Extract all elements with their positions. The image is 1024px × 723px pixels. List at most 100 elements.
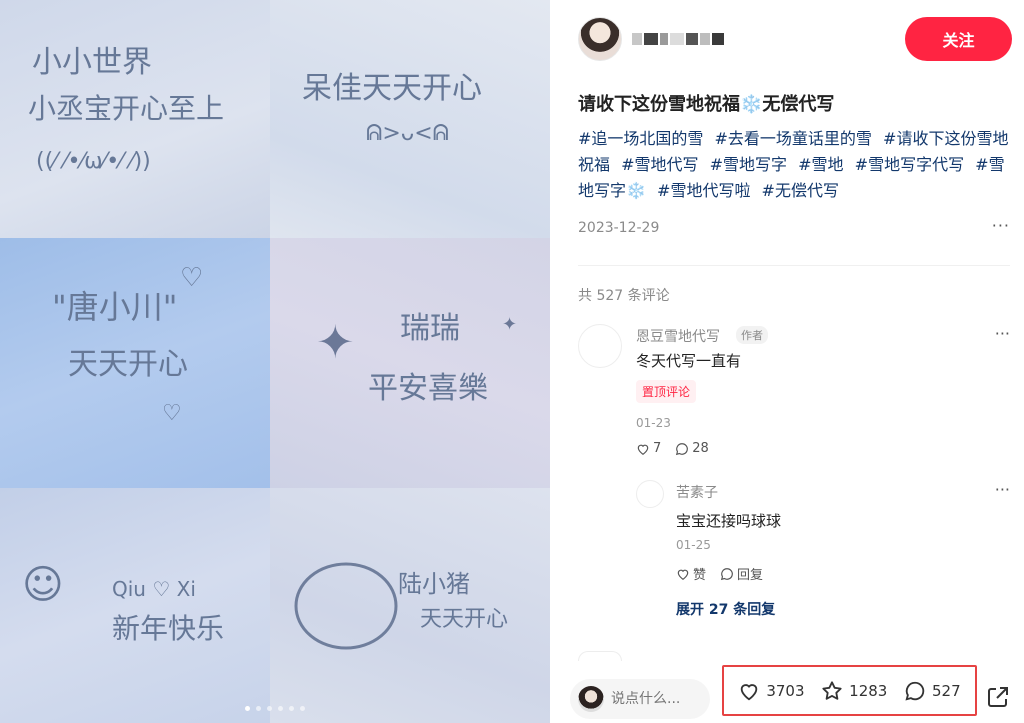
hashtag-link[interactable]: #无偿代写 bbox=[762, 181, 839, 200]
comment-date: 01-23 bbox=[636, 416, 671, 430]
hashtag-list: #追一场北国的雪 #去看一场童话里的雪 #请收下这份雪地祝福 #雪地代写 #雪地… bbox=[578, 126, 1013, 204]
follow-button[interactable]: 关注 bbox=[905, 17, 1012, 61]
snow-photo-6: 陆小猪 天天开心 bbox=[270, 488, 550, 723]
collect-count: 1283 bbox=[849, 681, 888, 700]
hashtag-link[interactable]: #雪地代写啦 bbox=[657, 181, 750, 200]
author-badge: 作者 bbox=[736, 326, 768, 344]
carousel-dot[interactable] bbox=[278, 706, 283, 711]
carousel-dot[interactable] bbox=[267, 706, 272, 711]
engagement-highlight-box: 3703 1283 527 bbox=[722, 665, 977, 716]
reply-like-button[interactable]: 赞 bbox=[676, 564, 706, 583]
post-more-icon[interactable]: ··· bbox=[992, 216, 1010, 235]
heart-icon bbox=[677, 569, 689, 580]
svg-text:ᕱ>ᴗ<ᕱ: ᕱ>ᴗ<ᕱ bbox=[366, 121, 449, 146]
svg-text:天天开心: 天天开心 bbox=[420, 607, 508, 632]
reply-reply-label: 回复 bbox=[737, 568, 764, 583]
comment-reply-button[interactable]: 28 bbox=[675, 441, 709, 456]
next-commenter-avatar bbox=[578, 651, 622, 661]
post-image-carousel[interactable]: 小小世界 小丞宝开心至上 ((⁄ ⁄•⁄ω⁄•⁄ ⁄)) 呆佳天天开心 ᕱ>ᴗ<… bbox=[0, 0, 550, 723]
expand-replies-link[interactable]: 展开 27 条回复 bbox=[676, 599, 775, 619]
svg-text:"唐小川": "唐小川" bbox=[52, 288, 177, 326]
post-date-row: 2023-12-29 ··· bbox=[578, 216, 1010, 240]
hashtag-link[interactable]: #雪地 bbox=[798, 155, 843, 174]
snow-writing-4: ✦ 瑞瑞 平安喜樂 ✦ bbox=[316, 311, 517, 406]
carousel-dot[interactable] bbox=[300, 706, 305, 711]
collect-button[interactable]: 1283 bbox=[821, 680, 887, 702]
hashtag-link[interactable]: #雪地写字代写 bbox=[855, 155, 964, 174]
reply-more-icon[interactable]: ··· bbox=[995, 480, 1010, 499]
comment-button[interactable]: 527 bbox=[904, 680, 961, 702]
svg-text:((⁄ ⁄•⁄ω⁄•⁄ ⁄)): ((⁄ ⁄•⁄ω⁄•⁄ ⁄)) bbox=[36, 149, 151, 174]
comment-reply-count: 28 bbox=[692, 441, 709, 456]
heart-icon bbox=[637, 444, 649, 455]
post-title: 请收下这份雪地祝福❄️无偿代写 bbox=[578, 94, 835, 115]
reply-text: 宝宝还接吗球球 bbox=[676, 512, 782, 530]
bottom-action-bar: 3703 1283 527 bbox=[550, 662, 1024, 723]
svg-text:瑞瑞: 瑞瑞 bbox=[400, 311, 460, 346]
carousel-dot[interactable] bbox=[256, 706, 261, 711]
svg-text:陆小猪: 陆小猪 bbox=[398, 570, 470, 598]
snow-writing-1: 小小世界 小丞宝开心至上 ((⁄ ⁄•⁄ω⁄•⁄ ⁄)) bbox=[28, 45, 224, 174]
comment-count: 共 527 条评论 bbox=[578, 288, 670, 304]
reply-actions: 赞 回复 bbox=[676, 564, 763, 583]
reply-reply-button[interactable]: 回复 bbox=[720, 564, 763, 583]
snow-photo-1: 小小世界 小丞宝开心至上 ((⁄ ⁄•⁄ω⁄•⁄ ⁄)) bbox=[0, 0, 270, 238]
commenter-name[interactable]: 恩豆雪地代写 bbox=[636, 326, 720, 346]
snow-writing-2: 呆佳天天开心 ᕱ>ᴗ<ᕱ bbox=[302, 71, 482, 146]
comment-input[interactable] bbox=[611, 691, 701, 707]
replier-avatar[interactable] bbox=[636, 480, 664, 508]
chat-bubble-icon bbox=[720, 567, 733, 580]
chat-bubble-icon bbox=[676, 442, 689, 455]
heart-icon bbox=[741, 683, 758, 700]
carousel-dot[interactable] bbox=[289, 706, 294, 711]
replier-name[interactable]: 苦素子 bbox=[676, 482, 718, 502]
comment-total-count: 527 bbox=[932, 681, 961, 700]
comment-like-button[interactable]: 7 bbox=[636, 441, 661, 456]
svg-text:♡: ♡ bbox=[180, 263, 203, 293]
comment-actions: 7 28 bbox=[636, 441, 709, 456]
snow-photo-3: "唐小川" 天天开心 ♡ ♡ bbox=[0, 238, 270, 488]
user-avatar bbox=[578, 686, 604, 712]
comment-text: 冬天代写一直有 bbox=[636, 352, 742, 370]
svg-text:平安喜樂: 平安喜樂 bbox=[368, 371, 488, 406]
svg-text:☺: ☺ bbox=[22, 562, 64, 608]
svg-text:✦: ✦ bbox=[316, 315, 355, 369]
snow-writing-3: "唐小川" 天天开心 ♡ ♡ bbox=[52, 263, 203, 426]
carousel-dot[interactable] bbox=[245, 706, 250, 711]
snow-photo-5: ☺ Qiu ♡ Xi 新年快乐 bbox=[0, 488, 270, 723]
hashtag-link[interactable]: #雪地代写 bbox=[621, 155, 698, 174]
like-count: 3703 bbox=[766, 681, 805, 700]
author-avatar[interactable] bbox=[578, 17, 622, 61]
svg-text:♡: ♡ bbox=[162, 401, 182, 426]
reply-like-label: 赞 bbox=[693, 568, 707, 583]
share-icon[interactable] bbox=[986, 685, 1010, 709]
post-date: 2023-12-29 bbox=[578, 220, 660, 236]
snow-writing-5: ☺ Qiu ♡ Xi 新年快乐 bbox=[22, 562, 224, 645]
comment-item: 恩豆雪地代写 作者 冬天代写一直有 置顶评论 01-23 7 28 ··· bbox=[578, 324, 1010, 474]
hashtag-link[interactable]: #追一场北国的雪 bbox=[578, 129, 703, 148]
svg-text:天天开心: 天天开心 bbox=[68, 347, 188, 382]
svg-text:新年快乐: 新年快乐 bbox=[112, 612, 224, 645]
svg-text:呆佳天天开心: 呆佳天天开心 bbox=[302, 71, 482, 106]
snow-photo-2: 呆佳天天开心 ᕱ>ᴗ<ᕱ bbox=[270, 0, 550, 238]
svg-text:✦: ✦ bbox=[502, 314, 517, 335]
divider bbox=[578, 265, 1010, 266]
reply-date: 01-25 bbox=[676, 538, 711, 552]
chat-bubble-icon bbox=[905, 681, 925, 701]
snow-photo-4: ✦ 瑞瑞 平安喜樂 ✦ bbox=[270, 238, 550, 488]
carousel-dots bbox=[0, 706, 550, 711]
author-name-redacted[interactable] bbox=[632, 30, 742, 48]
snow-writing-6: 陆小猪 天天开心 bbox=[294, 562, 508, 650]
post-detail-panel: 关注 请收下这份雪地祝福❄️无偿代写 #追一场北国的雪 #去看一场童话里的雪 #… bbox=[550, 0, 1024, 723]
svg-text:小丞宝开心至上: 小丞宝开心至上 bbox=[28, 92, 224, 125]
commenter-avatar[interactable] bbox=[578, 324, 622, 368]
star-icon bbox=[822, 680, 842, 700]
svg-text:小小世界: 小小世界 bbox=[32, 45, 152, 80]
comment-more-icon[interactable]: ··· bbox=[995, 324, 1010, 343]
pinned-comment-tag: 置顶评论 bbox=[636, 380, 697, 403]
like-button[interactable]: 3703 bbox=[738, 680, 805, 702]
hashtag-link[interactable]: #雪地写字 bbox=[710, 155, 787, 174]
comment-input-box[interactable] bbox=[570, 679, 710, 719]
svg-text:Qiu ♡ Xi: Qiu ♡ Xi bbox=[112, 577, 196, 601]
hashtag-link[interactable]: #去看一场童话里的雪 bbox=[715, 129, 872, 148]
